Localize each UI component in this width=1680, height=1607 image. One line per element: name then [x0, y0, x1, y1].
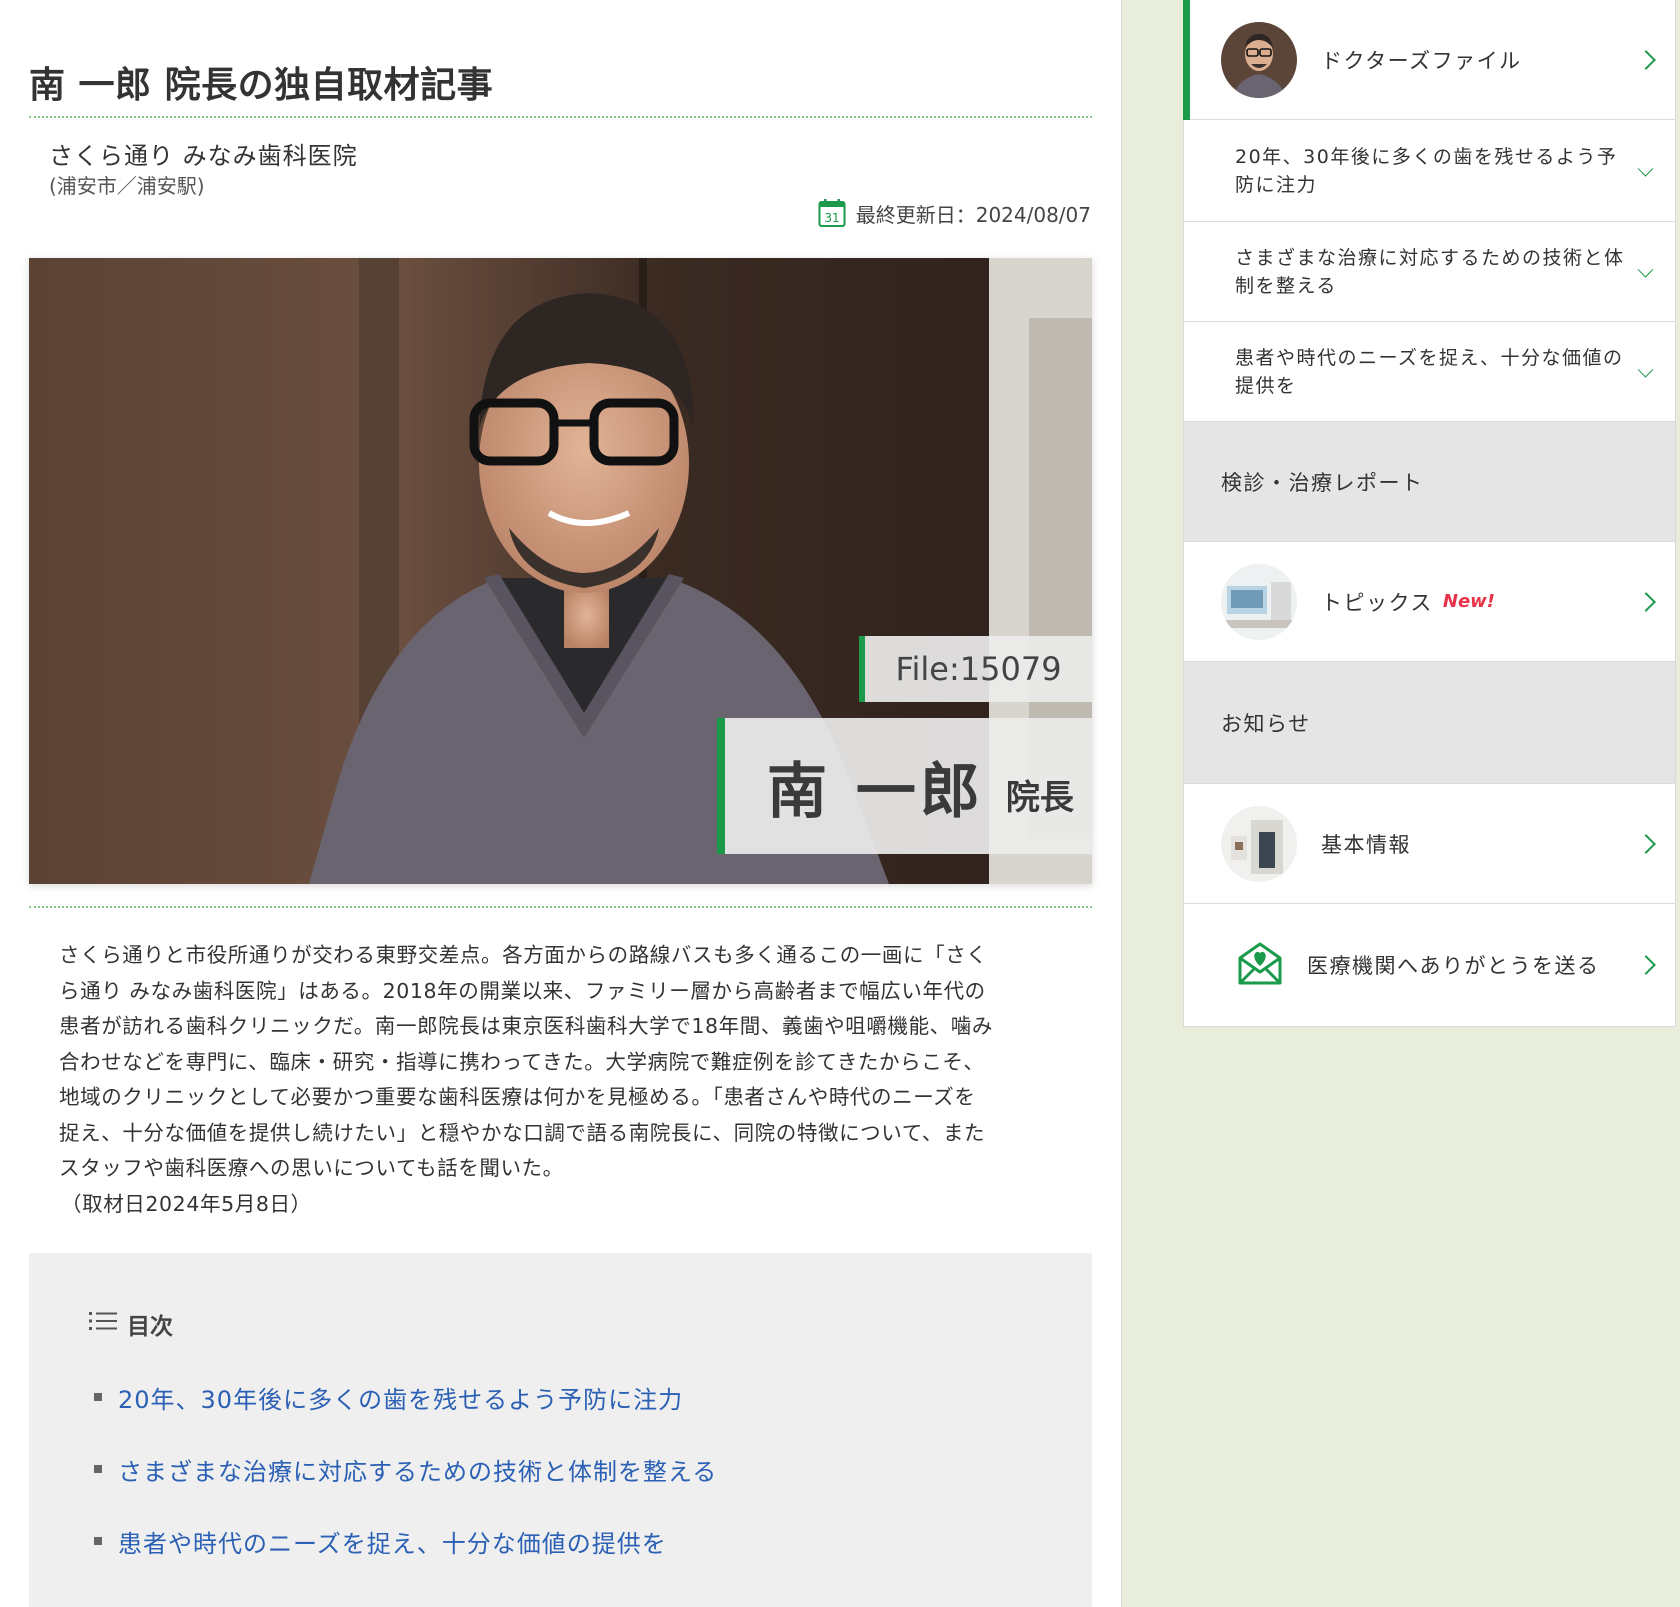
sidebar-item-label: お知らせ: [1221, 711, 1311, 736]
interview-date: （取材日2024年5月8日）: [61, 1191, 312, 1216]
bullet-icon: [94, 1465, 102, 1473]
bullet-icon: [94, 1537, 102, 1545]
sidebar-subitem-label: さまざまな治療に対応するための技術と体制を整える: [1235, 246, 1625, 297]
topics-thumbnail: [1221, 563, 1297, 640]
chevron-down-icon: [1637, 361, 1654, 378]
clinic-name: さくら通り みなみ歯科医院: [49, 142, 358, 170]
sidebar-item-label: 検診・治療レポート: [1221, 470, 1424, 495]
toc-link[interactable]: 20年、30年後に多くの歯を残せるよう予防に注力: [118, 1380, 683, 1415]
sidebar-subitem-3[interactable]: 患者や時代のニーズを捉え、十分な価値の提供を: [1184, 322, 1675, 422]
sidebar-item-basic-info[interactable]: 基本情報: [1184, 784, 1675, 904]
chevron-right-icon: [1636, 955, 1656, 975]
chevron-down-icon: [1637, 160, 1654, 177]
doctor-avatar: [1221, 21, 1297, 98]
chevron-right-icon: [1636, 833, 1656, 854]
toc-link[interactable]: 患者や時代のニーズを捉え、十分な価値の提供を: [118, 1524, 667, 1559]
sidebar-item-doctors-file[interactable]: ドクターズファイル: [1183, 0, 1675, 120]
article-intro: さくら通りと市役所通りが交わる東野交差点。各方面からの路線バスも多く通るこの一画…: [59, 938, 1059, 1222]
sidebar-item-label: 基本情報: [1321, 832, 1411, 857]
clinic-location: (浦安市／浦安駅): [49, 174, 205, 198]
doctor-name: 南 一郎: [767, 756, 984, 827]
sidebar-item-label: 医療機関へありがとうを送る: [1307, 954, 1600, 978]
sidebar-subitem-label: 20年、30年後に多くの歯を残せるよう予防に注力: [1235, 145, 1618, 196]
doctor-role: 院長: [1005, 777, 1074, 818]
sidebar-item-label: ドクターズファイル: [1321, 48, 1522, 73]
chevron-right-icon: [1636, 591, 1656, 612]
toc-list: 20年、30年後に多くの歯を残せるよう予防に注力 さまざまな治療に対応するための…: [94, 1361, 717, 1577]
sidebar-item-send-thanks[interactable]: 医療機関へありがとうを送る: [1184, 904, 1675, 1026]
clinic-thumbnail: [1221, 805, 1297, 882]
article-main: 南 一郎 院長の独自取材記事 さくら通り みなみ歯科医院 (浦安市／浦安駅) 3…: [0, 0, 1122, 1607]
sidebar-item-report: 検診・治療レポート: [1184, 422, 1675, 542]
heart-mail-icon: [1237, 940, 1283, 990]
chevron-right-icon: [1636, 49, 1656, 70]
toc-heading: 目次: [89, 1307, 173, 1341]
page-title: 南 一郎 院長の独自取材記事: [29, 65, 494, 106]
intro-text: さくら通りと市役所通りが交わる東野交差点。各方面からの路線バスも多く通るこの一画…: [59, 943, 993, 1180]
toc-item[interactable]: 患者や時代のニーズを捉え、十分な価値の提供を: [94, 1505, 717, 1577]
toc-item[interactable]: 20年、30年後に多くの歯を残せるよう予防に注力: [94, 1361, 717, 1433]
list-icon: [89, 1310, 117, 1338]
last-updated-text: 最終更新日：2024/08/07: [855, 202, 1091, 227]
doctor-hero-image: File:15079 南 一郎 院長: [29, 258, 1092, 884]
calendar-icon: 31: [818, 198, 846, 228]
toc-heading-label: 目次: [127, 1314, 173, 1340]
title-divider: [29, 116, 1092, 118]
table-of-contents: 目次 20年、30年後に多くの歯を残せるよう予防に注力 さまざまな治療に対応する…: [29, 1253, 1092, 1607]
sidebar-subitem-1[interactable]: 20年、30年後に多くの歯を残せるよう予防に注力: [1184, 120, 1675, 222]
active-indicator: [1183, 0, 1190, 120]
new-badge: New!: [1442, 591, 1495, 612]
bullet-icon: [94, 1393, 102, 1401]
last-updated: 31 最終更新日：2024/08/07: [818, 198, 1091, 228]
svg-text:31: 31: [824, 211, 839, 225]
sidebar-item-topics[interactable]: トピックス New!: [1184, 542, 1675, 662]
toc-item[interactable]: さまざまな治療に対応するための技術と体制を整える: [94, 1433, 717, 1505]
sidebar-subitem-label: 患者や時代のニーズを捉え、十分な価値の提供を: [1235, 346, 1624, 397]
chevron-down-icon: [1637, 261, 1654, 278]
sidebar-nav: ドクターズファイル 20年、30年後に多くの歯を残せるよう予防に注力 さまざまな…: [1183, 0, 1676, 1027]
doctor-name-plate: 南 一郎 院長: [717, 718, 1092, 854]
sidebar-subitem-2[interactable]: さまざまな治療に対応するための技術と体制を整える: [1184, 222, 1675, 322]
file-number-label: File:15079: [859, 636, 1092, 702]
sidebar-item-news: お知らせ: [1184, 662, 1675, 784]
hero-divider: [29, 906, 1092, 908]
toc-link[interactable]: さまざまな治療に対応するための技術と体制を整える: [118, 1452, 717, 1487]
sidebar-item-label: トピックス: [1321, 590, 1433, 615]
